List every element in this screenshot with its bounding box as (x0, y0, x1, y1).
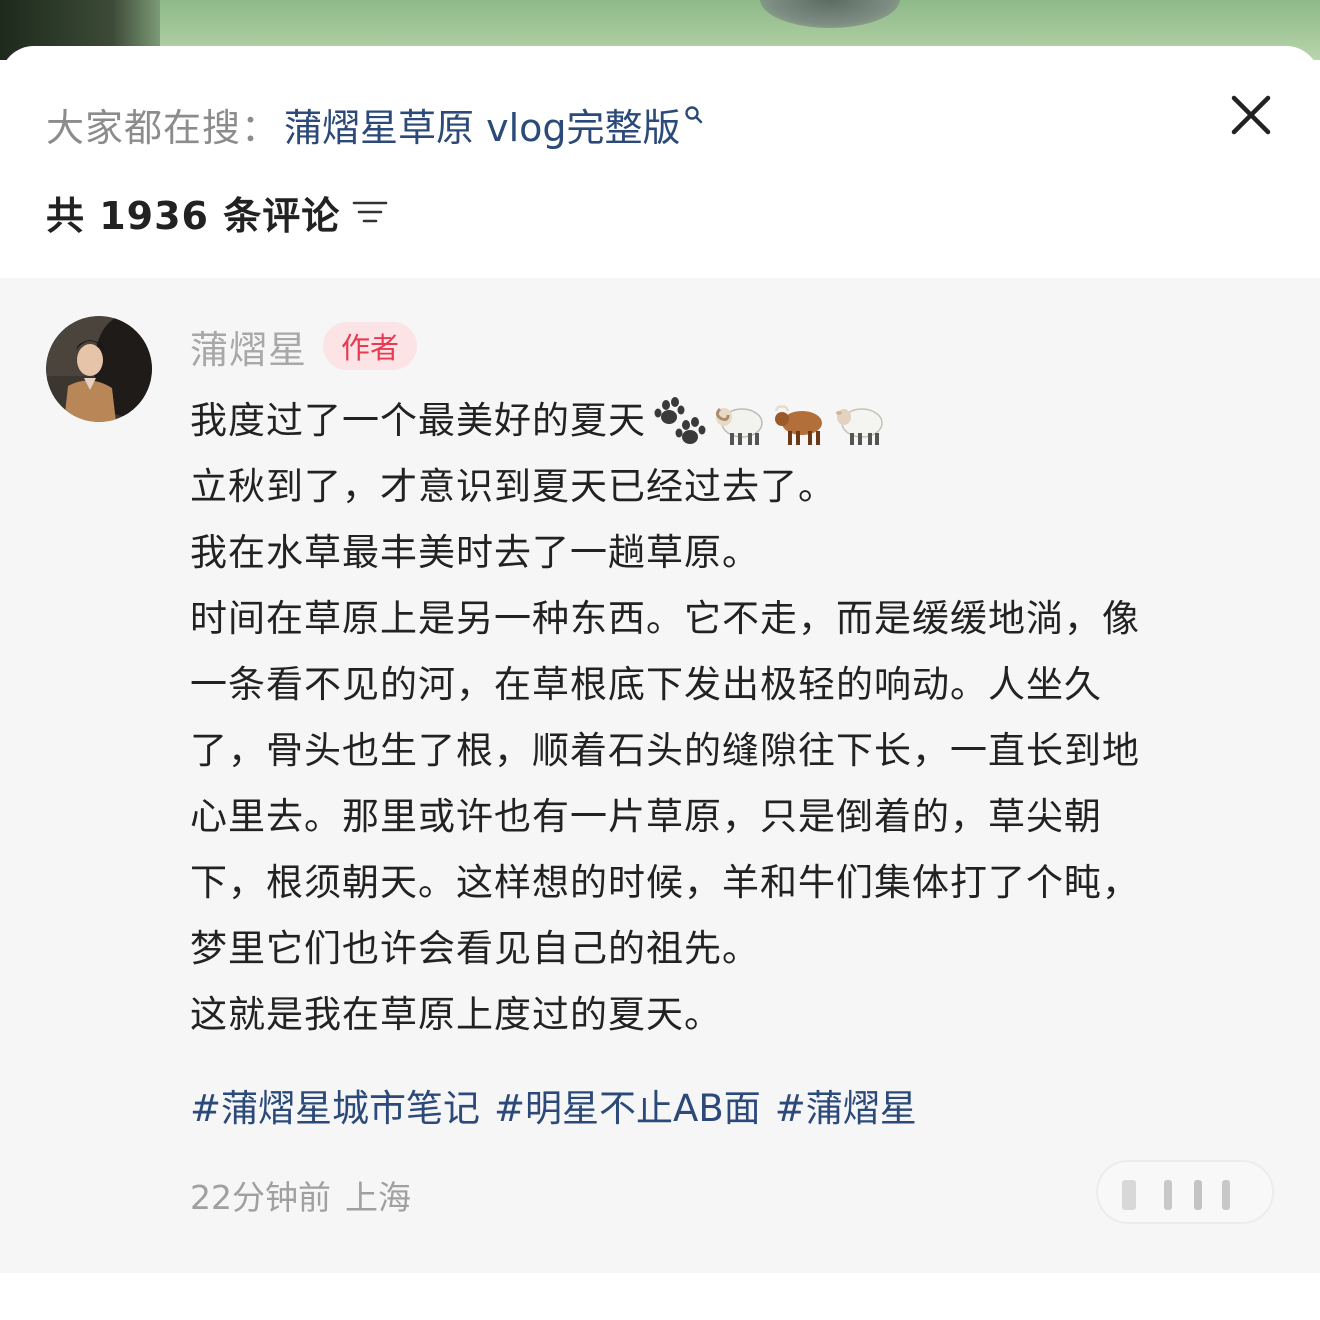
emoji-row (652, 395, 892, 451)
comment-line: 时间在草原上是另一种东西。它不走，而是缓缓地淌，像 (190, 597, 1140, 640)
comment-line: 立秋到了，才意识到夏天已经过去了。 (190, 465, 836, 508)
search-suggestion[interactable]: 大家都在搜： 蒲熠星草原 vlog完整版 (46, 94, 705, 154)
comment-line: 这就是我在草原上度过的夏天。 (190, 993, 722, 1036)
avatar[interactable] (46, 316, 152, 422)
hashtag-row: #蒲熠星城市笔记 #明星不止AB面 #蒲熠星 (190, 1078, 931, 1132)
comment-line: 下，根须朝天。这样想的时候，羊和牛们集体打了个盹， (190, 861, 1140, 904)
comment-count: 共 1936 条评论 (46, 193, 341, 238)
comment-timestamp: 22分钟前 (190, 1178, 331, 1217)
comment-meta: 22分钟前 上海 (190, 1171, 411, 1219)
comment-line: 了，骨头也生了根，顺着石头的缝隙往下长，一直长到地 (190, 729, 1140, 772)
sort-filter-icon[interactable] (352, 197, 388, 227)
hashtag-link[interactable]: #蒲熠星 (775, 1078, 917, 1132)
ox-icon (774, 404, 822, 445)
comment-line-text: 我度过了一个最美好的夏天 (190, 399, 646, 442)
blurred-icon (1122, 1180, 1136, 1210)
blurred-mark (1222, 1180, 1230, 1210)
ram-icon (715, 407, 763, 445)
comment-line: 心里去。那里或许也有一片草原，只是倒着的，草尖朝 (190, 795, 1102, 838)
comment-line: 梦里它们也许会看见自己的祖先。 (190, 927, 760, 970)
comment-line: 我度过了一个最美好的夏天 (190, 388, 1270, 454)
author-name[interactable]: 蒲熠星 (190, 319, 307, 374)
comment-card: 蒲熠星 作者 我度过了一个最美好的夏天 立秋到了，才意识到夏天已经过去了。 我在… (0, 278, 1320, 1273)
hashtag-link[interactable]: #蒲熠星城市笔记 (190, 1078, 480, 1132)
close-icon[interactable] (1226, 90, 1276, 140)
comment-location: 上海 (345, 1178, 411, 1217)
author-row: 蒲熠星 作者 (190, 319, 418, 374)
search-suggestion-term[interactable]: 蒲熠星草原 vlog完整版 (284, 97, 681, 152)
comment-line: 我在水草最丰美时去了一趟草原。 (190, 531, 760, 574)
like-button[interactable] (1096, 1160, 1274, 1224)
comment-count-header: 共 1936 条评论 (46, 186, 388, 238)
search-suggestion-prefix: 大家都在搜： (46, 105, 281, 150)
background-rock (760, 0, 900, 28)
search-icon (684, 106, 702, 124)
sheep-icon (836, 407, 883, 445)
hashtag-link[interactable]: #明星不止AB面 (494, 1078, 761, 1132)
blurred-mark (1194, 1180, 1202, 1210)
comment-body: 我度过了一个最美好的夏天 立秋到了，才意识到夏天已经过去了。 我在水草最丰美时去… (190, 388, 1270, 1048)
paw-prints-icon (654, 396, 706, 444)
blurred-mark (1164, 1180, 1172, 1210)
comment-line: 一条看不见的河，在草根底下发出极轻的响动。人坐久 (190, 663, 1102, 706)
author-badge: 作者 (323, 322, 418, 370)
